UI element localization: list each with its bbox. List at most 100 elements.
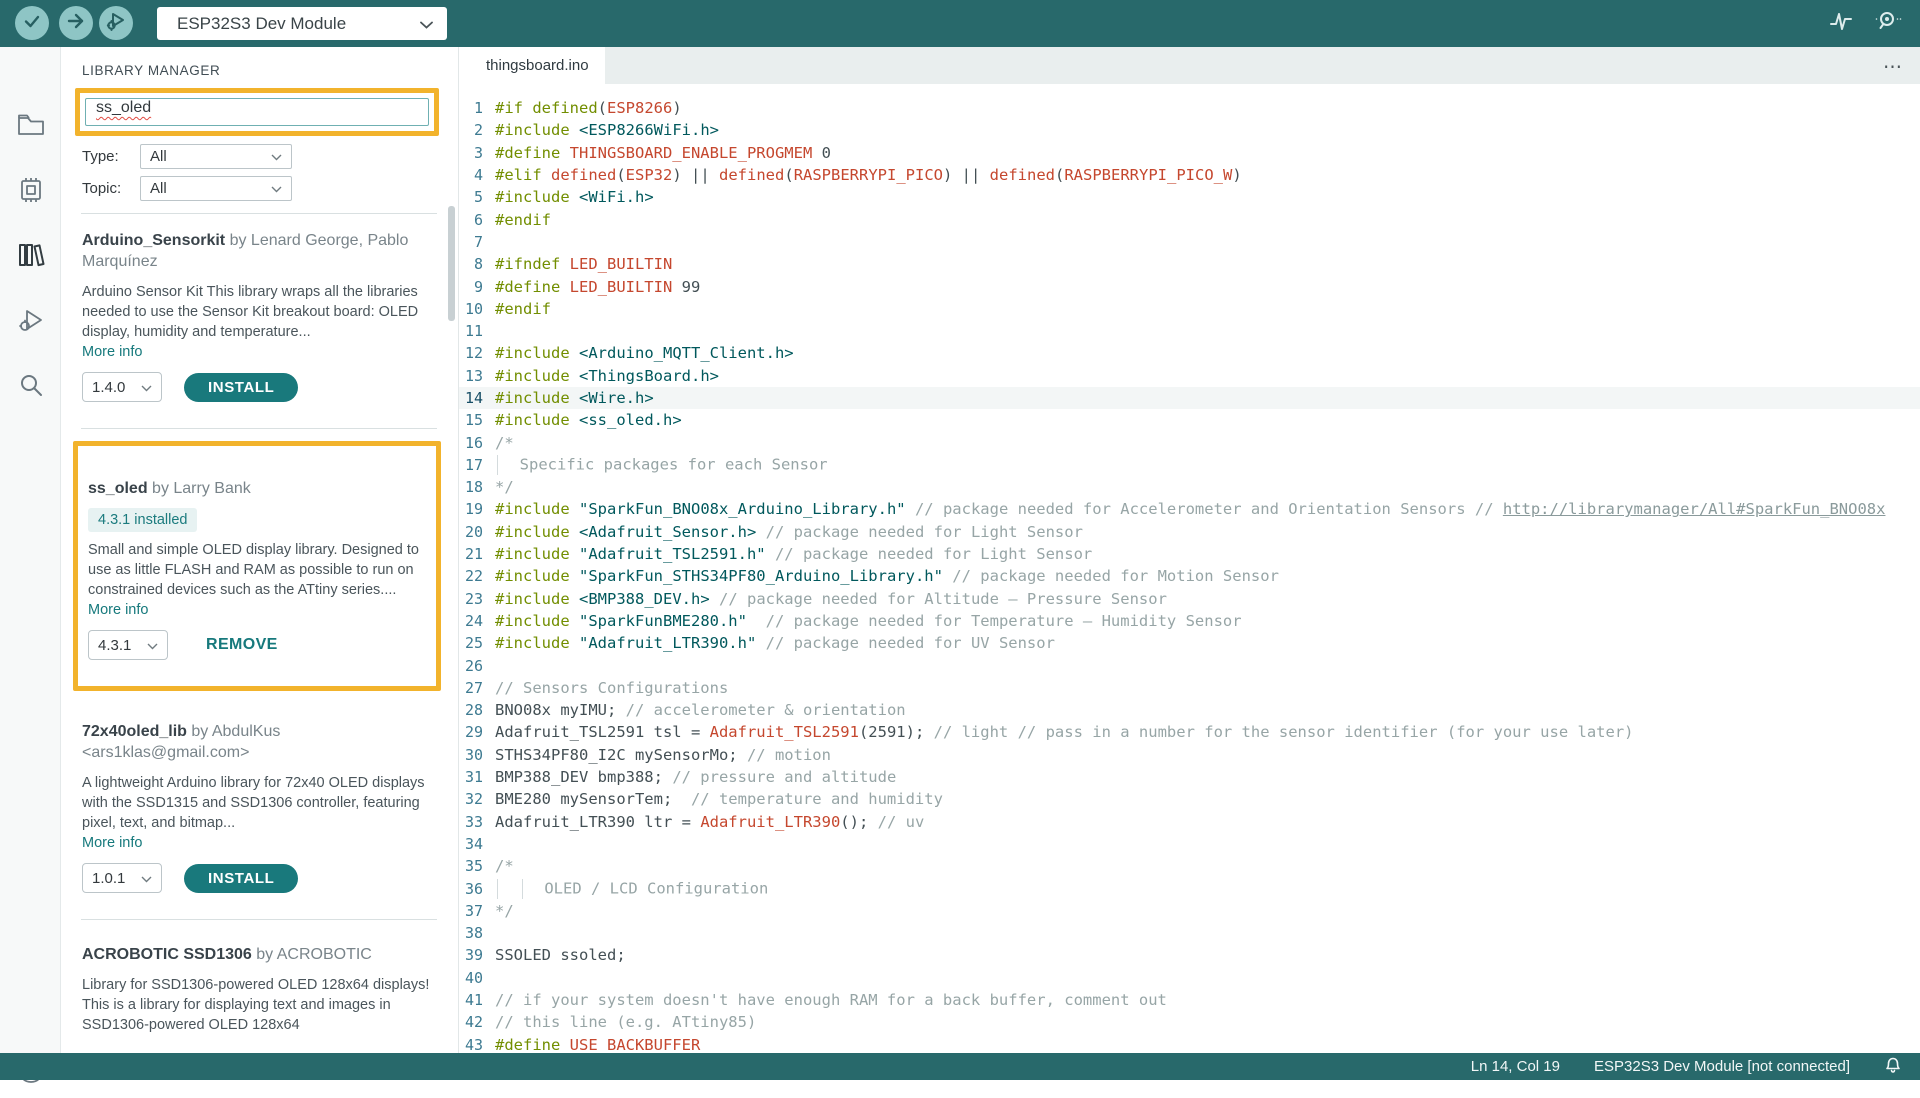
indent-guide bbox=[497, 879, 498, 899]
indent-guide bbox=[497, 455, 498, 475]
code-line: 37*/ bbox=[459, 900, 1920, 922]
chevron-down-icon bbox=[141, 379, 152, 396]
board-selector[interactable]: ESP32S3 Dev Module bbox=[157, 7, 447, 40]
line-number: 18 bbox=[459, 478, 483, 496]
code-line: 17 Specific packages for each Sensor bbox=[459, 454, 1920, 476]
line-number: 12 bbox=[459, 344, 483, 362]
version-select[interactable]: 1.0.1 bbox=[82, 863, 162, 893]
debug-play-icon bbox=[17, 307, 45, 338]
board-selector-label: ESP32S3 Dev Module bbox=[177, 14, 420, 34]
board-connection-status[interactable]: ESP32S3 Dev Module [not connected] bbox=[1594, 1058, 1850, 1075]
line-number: 41 bbox=[459, 991, 483, 1009]
code-line: 23#include <BMP388_DEV.h> // package nee… bbox=[459, 588, 1920, 610]
library-name: ss_oled bbox=[88, 480, 148, 497]
line-number: 32 bbox=[459, 790, 483, 808]
library-description: Arduino Sensor Kit This library wraps al… bbox=[82, 282, 430, 342]
upload-button[interactable] bbox=[59, 6, 93, 40]
tutorial-highlight-ss-oled: ss_oled by Larry Bank 4.3.1 installed Sm… bbox=[73, 441, 441, 691]
serial-plotter-icon[interactable] bbox=[1828, 8, 1854, 39]
remove-button[interactable]: REMOVE bbox=[190, 636, 278, 654]
search-icon bbox=[18, 372, 44, 403]
line-number: 10 bbox=[459, 300, 483, 318]
code-line: 30STHS34PF80_I2C mySensorMo; // motion bbox=[459, 744, 1920, 766]
more-info-link[interactable]: More info bbox=[88, 602, 148, 618]
serial-monitor-icon[interactable] bbox=[1872, 8, 1902, 39]
sidebar-item-sketchbook[interactable] bbox=[0, 101, 61, 153]
code-line: 40 bbox=[459, 967, 1920, 989]
sidebar-item-boards-manager[interactable] bbox=[0, 166, 61, 218]
line-number: 21 bbox=[459, 545, 483, 563]
line-number: 17 bbox=[459, 456, 483, 474]
tab-thingsboard-ino[interactable]: thingsboard.ino bbox=[459, 47, 605, 84]
code-line: 26 bbox=[459, 654, 1920, 676]
topic-filter-value: All bbox=[150, 180, 167, 197]
chevron-down-icon bbox=[420, 14, 433, 34]
code-line: 36 OLED / LCD Configuration bbox=[459, 877, 1920, 899]
line-number: 37 bbox=[459, 902, 483, 920]
line-number: 4 bbox=[459, 166, 483, 184]
cursor-position: Ln 14, Col 19 bbox=[1471, 1058, 1560, 1075]
type-filter-select[interactable]: All bbox=[140, 144, 292, 169]
line-number: 27 bbox=[459, 679, 483, 697]
library-name: 72x40oled_lib bbox=[82, 723, 187, 740]
code-line: 8#ifndef LED_BUILTIN bbox=[459, 253, 1920, 275]
line-number: 5 bbox=[459, 188, 483, 206]
line-number: 2 bbox=[459, 121, 483, 139]
debug-button[interactable] bbox=[99, 6, 133, 40]
line-number: 29 bbox=[459, 723, 483, 741]
code-line: 5#include <WiFi.h> bbox=[459, 186, 1920, 208]
library-byline: by ACROBOTIC bbox=[252, 946, 372, 963]
code-editor[interactable]: 1#if defined(ESP8266)2#include <ESP8266W… bbox=[459, 84, 1920, 1053]
code-line: 7 bbox=[459, 231, 1920, 253]
version-select[interactable]: 4.3.1 bbox=[88, 630, 168, 660]
sidebar-item-library-manager[interactable] bbox=[0, 231, 61, 283]
code-line: 20#include <Adafruit_Sensor.h> // packag… bbox=[459, 521, 1920, 543]
topic-filter-select[interactable]: All bbox=[140, 176, 292, 201]
library-manager-panel: LIBRARY MANAGER ss_oled Type: All Topic:… bbox=[61, 47, 459, 1053]
topic-filter-label: Topic: bbox=[82, 180, 140, 197]
more-info-link[interactable]: More info bbox=[82, 835, 142, 851]
library-entry-72x40oled-lib[interactable]: 72x40oled_lib by AbdulKus <ars1klas@gmai… bbox=[82, 705, 432, 907]
panel-scrollbar[interactable] bbox=[448, 206, 455, 321]
line-number: 22 bbox=[459, 567, 483, 585]
type-filter-label: Type: bbox=[82, 148, 140, 165]
install-button[interactable]: INSTALL bbox=[184, 864, 298, 893]
code-line: 31BMP388_DEV bmp388; // pressure and alt… bbox=[459, 766, 1920, 788]
code-line: 4#elif defined(ESP32) || defined(RASPBER… bbox=[459, 164, 1920, 186]
library-entry-acrobotic-ssd1306[interactable]: ACROBOTIC SSD1306 by ACROBOTIC Library f… bbox=[82, 920, 432, 1049]
line-number: 1 bbox=[459, 99, 483, 117]
line-number: 39 bbox=[459, 946, 483, 964]
line-number: 3 bbox=[459, 144, 483, 162]
sidebar-item-search[interactable] bbox=[0, 361, 61, 413]
line-number: 7 bbox=[459, 233, 483, 251]
line-number: 9 bbox=[459, 278, 483, 296]
sidebar-item-debug[interactable] bbox=[0, 296, 61, 348]
library-entry-arduino-sensorkit[interactable]: Arduino_Sensorkit by Lenard George, Pabl… bbox=[82, 214, 432, 416]
more-info-link[interactable]: More info bbox=[82, 344, 142, 360]
library-name: Arduino_Sensorkit bbox=[82, 232, 225, 249]
version-value: 1.4.0 bbox=[92, 379, 125, 396]
line-number: 14 bbox=[459, 389, 483, 407]
version-select[interactable]: 1.4.0 bbox=[82, 372, 162, 402]
chevron-down-icon bbox=[271, 148, 282, 165]
verify-button[interactable] bbox=[15, 6, 49, 40]
library-description: Small and simple OLED display library. D… bbox=[88, 540, 424, 600]
code-line: 12#include <Arduino_MQTT_Client.h> bbox=[459, 342, 1920, 364]
library-title: 72x40oled_lib by AbdulKus <ars1klas@gmai… bbox=[82, 721, 430, 763]
code-line: 39SSOLED ssoled; bbox=[459, 944, 1920, 966]
chevron-down-icon bbox=[141, 870, 152, 887]
tab-more-actions-icon[interactable]: ⋯ bbox=[1883, 56, 1904, 79]
code-line: 27// Sensors Configurations bbox=[459, 677, 1920, 699]
code-line: 25#include "Adafruit_LTR390.h" // packag… bbox=[459, 632, 1920, 654]
search-input-value: ss_oled bbox=[96, 99, 151, 116]
library-search-input[interactable]: ss_oled bbox=[85, 98, 429, 126]
line-number: 11 bbox=[459, 322, 483, 340]
code-line: 34 bbox=[459, 833, 1920, 855]
line-number: 24 bbox=[459, 612, 483, 630]
bell-icon[interactable] bbox=[1884, 1055, 1902, 1078]
line-number: 8 bbox=[459, 255, 483, 273]
line-number: 30 bbox=[459, 746, 483, 764]
tab-label: thingsboard.ino bbox=[486, 57, 589, 74]
install-button[interactable]: INSTALL bbox=[184, 373, 298, 402]
library-entry-ss-oled[interactable]: ss_oled by Larry Bank 4.3.1 installed Sm… bbox=[88, 456, 426, 674]
